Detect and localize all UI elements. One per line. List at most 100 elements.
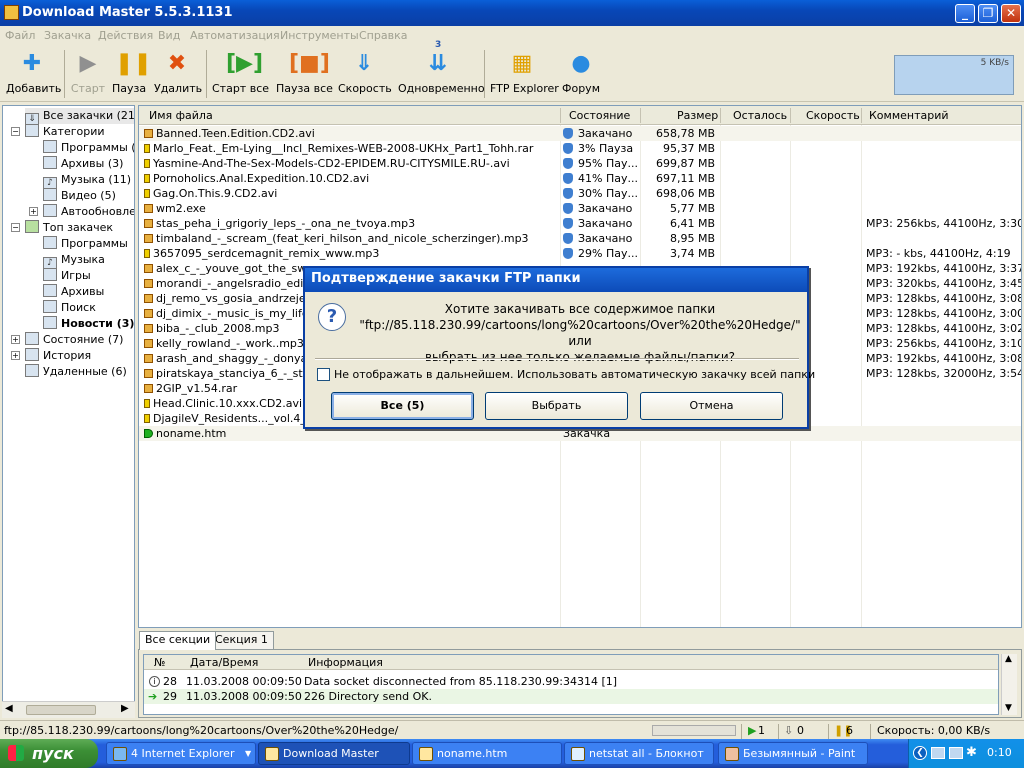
windows-flag-icon <box>8 745 24 761</box>
tab-all-sections[interactable]: Все секции <box>139 631 217 650</box>
maximize-button[interactable]: ❐ <box>978 4 998 23</box>
clock[interactable]: 0:10 <box>987 746 1012 759</box>
top-icon <box>25 220 39 233</box>
menu-file[interactable]: Файл <box>5 29 35 42</box>
menu-view[interactable]: Вид <box>158 29 180 42</box>
expand-icon[interactable]: + <box>11 351 20 360</box>
download-row[interactable]: Banned.Teen.Edition.CD2.avi Закачано 658,7… <box>139 126 1021 141</box>
expand-icon[interactable]: + <box>11 335 20 344</box>
tree-top-downloads[interactable]: Топ закачек <box>25 220 113 236</box>
tree-programs[interactable]: Программы (1 <box>43 140 134 156</box>
bluetooth-icon[interactable]: ✱ <box>966 745 977 760</box>
download-row[interactable]: stas_peha_i_grigoriy_leps_-_ona_ne_tvoya… <box>139 216 1021 231</box>
tree-video[interactable]: Видео (5) <box>43 188 116 204</box>
column-remaining[interactable]: Осталось <box>733 109 787 122</box>
download-row[interactable]: Gag.On.This.9.CD2.avi 30% Пау... 698,06 MB <box>139 186 1021 201</box>
download-row[interactable]: 3657095_serdcemagnit_remix_www.mp3 29% Па… <box>139 246 1021 261</box>
tree-top-archives[interactable]: Архивы <box>43 284 104 300</box>
column-speed[interactable]: Скорость <box>806 109 860 122</box>
menu-actions[interactable]: Действия <box>98 29 153 42</box>
menu-help[interactable]: Справка <box>359 29 407 42</box>
tree-horizontal-scrollbar[interactable]: ◀ ▶ <box>2 701 135 718</box>
tree-music[interactable]: ♪ Музыка (11) <box>43 172 131 190</box>
log-column-no[interactable]: № <box>154 655 165 670</box>
download-row[interactable]: timbaland_-_scream_(feat_keri_hilson_and… <box>139 231 1021 246</box>
tree-top-games[interactable]: Игры <box>43 268 91 284</box>
file-icon <box>144 309 153 318</box>
dont-show-checkbox[interactable]: Не отображать в дальнейшем. Использовать… <box>317 368 815 381</box>
log-row[interactable]: i 28 11.03.2008 00:09:50 Data socket dis… <box>144 674 998 689</box>
file-icon <box>144 129 153 138</box>
tree-history[interactable]: История <box>25 348 91 364</box>
scroll-right-icon[interactable]: ▶ <box>121 703 129 714</box>
log-row[interactable]: ➔ 29 11.03.2008 00:09:50 226 Directory s… <box>144 689 998 704</box>
pause-button[interactable]: ❚❚ Пауза <box>112 50 152 95</box>
tree-deleted[interactable]: Удаленные (6) <box>25 364 127 380</box>
task-download-master[interactable]: Download Master <box>258 742 410 765</box>
tree-state[interactable]: Состояние (7) <box>25 332 123 348</box>
tree-top-news[interactable]: Новости (3) <box>43 316 134 332</box>
paint-icon <box>725 747 739 761</box>
file-comment: MP3: 128kbs, 44100Hz, 3:00 <box>866 307 1022 320</box>
collapse-icon[interactable]: − <box>11 127 20 136</box>
expand-icon[interactable]: + <box>29 207 38 216</box>
file-state: 30% Пау... <box>578 187 638 200</box>
speed-button[interactable]: ⇓ Скорость <box>338 50 392 95</box>
simultaneous-button[interactable]: ⇊ 3 Одновременно <box>398 40 485 95</box>
tree-top-music[interactable]: ♪ Музыка <box>43 252 105 270</box>
task-noname-htm[interactable]: noname.htm <box>412 742 562 765</box>
task-notepad[interactable]: netstat all - Блокнот <box>564 742 714 765</box>
menu-tools[interactable]: Инструменты <box>280 29 359 42</box>
cancel-button[interactable]: Отмена <box>640 392 783 420</box>
tree-all-downloads[interactable]: ⇓ Все закачки (21) <box>25 108 134 126</box>
tree-archives[interactable]: Архивы (3) <box>43 156 123 172</box>
task-paint[interactable]: Безымянный - Paint <box>718 742 868 765</box>
column-filename[interactable]: Имя файла <box>149 109 213 122</box>
column-state[interactable]: Состояние <box>569 109 630 122</box>
start-button[interactable]: пуск <box>0 739 98 768</box>
tree-categories[interactable]: Категории <box>25 124 105 140</box>
column-comment[interactable]: Комментарий <box>869 109 949 122</box>
menu-automation[interactable]: Автоматизация <box>190 29 280 42</box>
log-scrollbar[interactable]: ▲ ▼ <box>1001 654 1017 715</box>
state-icon <box>25 332 39 345</box>
network-icon[interactable] <box>949 747 963 759</box>
log-column-info[interactable]: Информация <box>308 655 383 670</box>
start-button[interactable]: ▶ Старт <box>70 50 106 95</box>
delete-button[interactable]: ✖ Удалить <box>154 50 202 95</box>
add-button[interactable]: ✚ Добавить <box>6 50 61 95</box>
download-row[interactable]: Marlo_Feat._Em-Lying__Incl_Remixes-WEB-2… <box>139 141 1021 156</box>
collapse-icon[interactable]: − <box>11 223 20 232</box>
close-button[interactable]: ✕ <box>1001 4 1021 23</box>
file-comment: MP3: 128kbs, 32000Hz, 3:54 <box>866 367 1022 380</box>
scroll-up-icon[interactable]: ▲ <box>1005 654 1012 664</box>
tree-top-search[interactable]: Поиск <box>43 300 96 316</box>
scroll-thumb[interactable] <box>26 705 96 715</box>
ftp-explorer-button[interactable]: ▦ FTP Explorer <box>490 50 559 95</box>
tree-autoupdate[interactable]: Автообновле <box>43 204 134 220</box>
start-all-button[interactable]: [▶] Старт все <box>212 50 269 95</box>
minimize-button[interactable]: _ <box>955 4 975 23</box>
task-internet-explorer[interactable]: 4 Internet Explorer ▼ <box>106 742 256 765</box>
file-size: 697,11 MB <box>655 172 715 185</box>
all-button[interactable]: Все (5) <box>331 392 474 420</box>
paused-file-icon <box>144 189 150 198</box>
menu-download[interactable]: Закачка <box>44 29 91 42</box>
download-row[interactable]: Yasmine-And-The-Sex-Models-CD2-EPIDEM.RU… <box>139 156 1021 171</box>
network-icon[interactable] <box>931 747 945 759</box>
file-name: biba_-_club_2008.mp3 <box>156 322 280 335</box>
scroll-left-icon[interactable]: ◀ <box>5 703 13 714</box>
tray-expand-icon[interactable]: ❮ <box>913 746 927 760</box>
forum-button[interactable]: ● Форум <box>562 50 600 95</box>
tree-top-programs[interactable]: Программы <box>43 236 128 252</box>
log-column-datetime[interactable]: Дата/Время <box>190 655 258 670</box>
scroll-down-icon[interactable]: ▼ <box>1005 703 1012 713</box>
checkbox-box[interactable] <box>317 368 330 381</box>
status-bar: ftp://85.118.230.99/cartoons/long%20cart… <box>0 720 1024 739</box>
download-row[interactable]: Pornoholics.Anal.Expedition.10.CD2.avi 41… <box>139 171 1021 186</box>
tab-section-1[interactable]: Секция 1 <box>209 631 274 649</box>
choose-button[interactable]: Выбрать <box>485 392 628 420</box>
column-size[interactable]: Размер <box>677 109 718 122</box>
download-row[interactable]: wm2.exe Закачано 5,77 MB <box>139 201 1021 216</box>
pause-all-button[interactable]: [■] Пауза все <box>276 50 333 95</box>
